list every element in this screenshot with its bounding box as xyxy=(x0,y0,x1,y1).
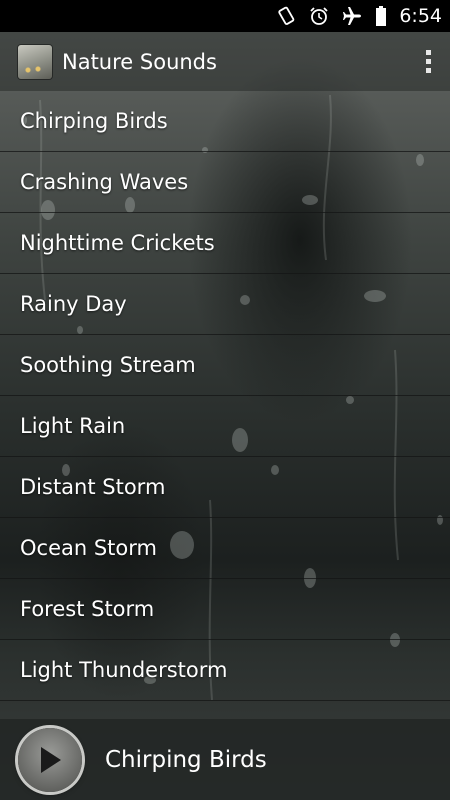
list-item-crashing-waves[interactable]: Crashing Waves xyxy=(0,152,450,213)
menu-dot xyxy=(425,59,431,64)
list-item-nighttime-crickets[interactable]: Nighttime Crickets xyxy=(0,213,450,274)
play-button[interactable] xyxy=(18,727,82,792)
battery-icon xyxy=(375,6,387,26)
screen-rotation-icon xyxy=(277,6,297,26)
status-bar: 6:54 xyxy=(0,0,450,32)
clock-time: 6:54 xyxy=(399,5,442,27)
app-logo-icon[interactable] xyxy=(18,44,52,79)
list-item-light-thunderstorm[interactable]: Light Thunderstorm xyxy=(0,640,450,701)
list-item-light-rain[interactable]: Light Rain xyxy=(0,396,450,457)
app-title: Nature Sounds xyxy=(62,49,217,74)
menu-dot xyxy=(425,68,431,73)
overflow-menu-icon[interactable] xyxy=(408,32,448,91)
list-item-distant-storm[interactable]: Distant Storm xyxy=(0,457,450,518)
play-icon xyxy=(41,746,61,773)
action-bar: Nature Sounds xyxy=(0,32,450,91)
now-playing-title: Chirping Birds xyxy=(105,746,267,773)
list-item-forest-storm[interactable]: Forest Storm xyxy=(0,579,450,640)
player-bar: Chirping Birds xyxy=(0,719,450,800)
airplane-mode-icon xyxy=(341,6,363,26)
list-item-rainy-day[interactable]: Rainy Day xyxy=(0,274,450,335)
alarm-icon xyxy=(309,6,329,26)
list-item-ocean-storm[interactable]: Ocean Storm xyxy=(0,518,450,579)
list-item-soothing-stream[interactable]: Soothing Stream xyxy=(0,335,450,396)
menu-dot xyxy=(425,50,431,55)
sound-list: Chirping Birds Crashing Waves Nighttime … xyxy=(0,91,450,701)
list-item-chirping-birds[interactable]: Chirping Birds xyxy=(0,91,450,152)
